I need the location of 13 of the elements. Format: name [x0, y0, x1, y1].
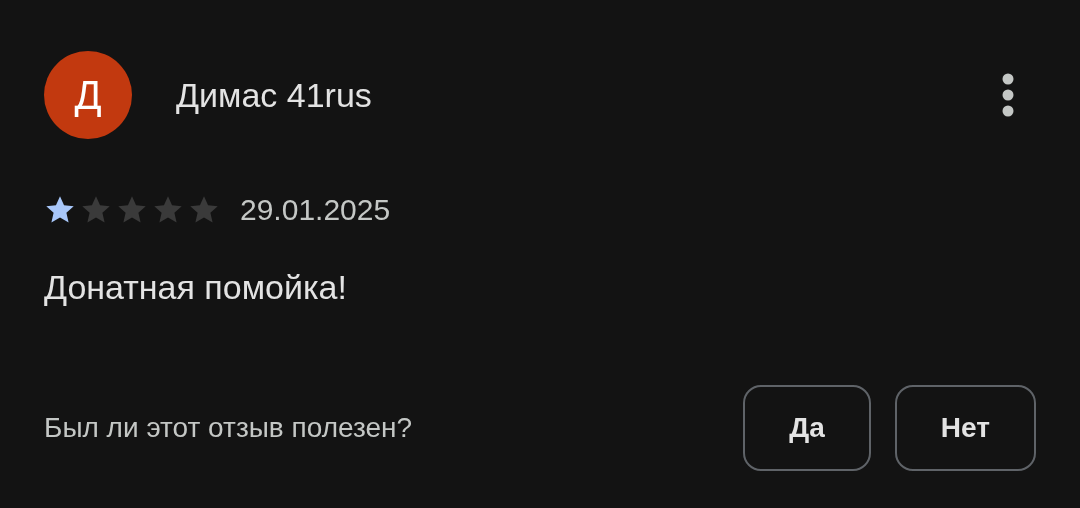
- helpful-question: Был ли этот отзыв полезен?: [44, 411, 413, 445]
- avatar: Д: [44, 51, 132, 139]
- star-icon: [116, 194, 148, 225]
- author-name: Димас 41rus: [176, 74, 372, 116]
- star-icon: [80, 194, 112, 225]
- review-text: Донатная помойка!: [44, 267, 348, 308]
- no-button[interactable]: Нет: [894, 385, 1036, 471]
- yes-button[interactable]: Да: [743, 385, 871, 471]
- more-options-icon[interactable]: [1002, 73, 1014, 117]
- star-icon: [44, 194, 76, 225]
- star-icon: [152, 194, 184, 225]
- review-date: 29.01.2025: [240, 192, 391, 228]
- star-icon: [188, 194, 220, 225]
